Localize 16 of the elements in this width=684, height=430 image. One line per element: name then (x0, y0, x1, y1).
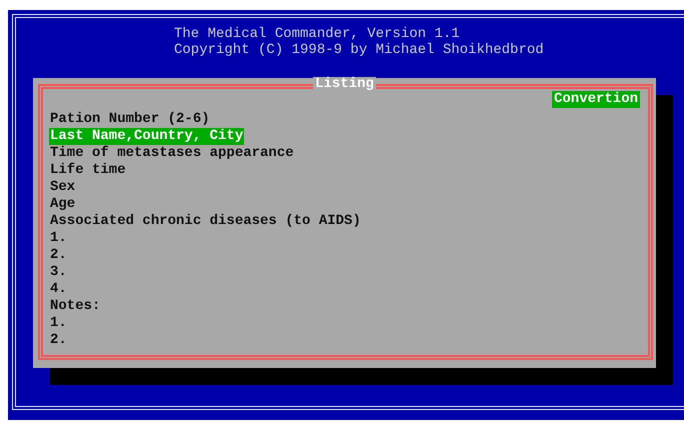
list-item[interactable]: Age (49, 196, 76, 213)
list-item[interactable]: Time of metastases appearance (49, 145, 295, 162)
program-title: The Medical Commander, Version 1.1 (174, 26, 461, 42)
list-item[interactable]: Sex (49, 179, 76, 196)
list-item[interactable]: 2. (49, 247, 68, 264)
list-item[interactable]: Notes: (49, 298, 102, 315)
list-item[interactable]: 1. (49, 230, 68, 247)
list-item[interactable]: Associated chronic diseases (to AIDS) (49, 213, 362, 230)
list-item[interactable]: 3. (49, 264, 68, 281)
list-item[interactable]: Life time (49, 162, 127, 179)
copyright-text: Copyright (C) 1998-9 by Michael Shoikhedbrod (174, 42, 545, 58)
list-item[interactable]: 1. (49, 315, 68, 332)
dialog-title: Listing (313, 77, 376, 91)
list-item[interactable]: 4. (49, 281, 68, 298)
list-item[interactable]: 2. (49, 332, 68, 349)
list-item[interactable]: Pation Number (2-6) (49, 111, 211, 128)
